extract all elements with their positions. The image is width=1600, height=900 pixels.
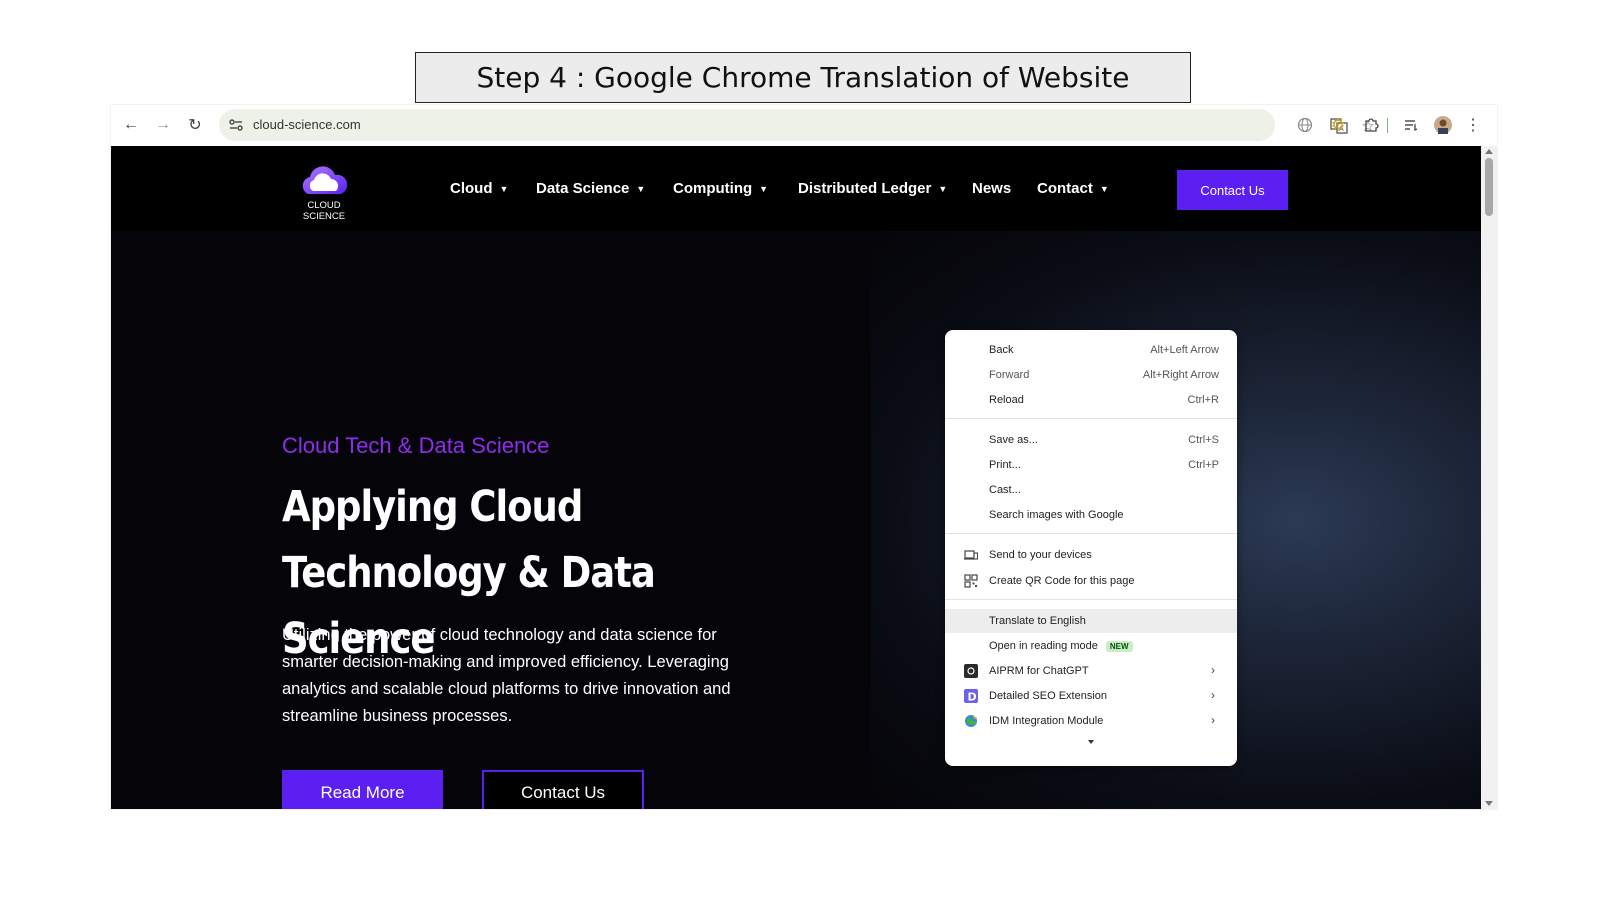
nav-label: Contact <box>1037 180 1093 197</box>
context-menu: Back Alt+Left Arrow Forward Alt+Right Arro… <box>945 330 1237 766</box>
chevron-right-icon: › <box>1211 688 1215 702</box>
ctx-forward[interactable]: Forward Alt+Right Arrow <box>945 363 1237 387</box>
ctx-label: Create QR Code for this page <box>989 575 1135 587</box>
aiprm-icon <box>964 664 978 678</box>
ctx-shortcut: Ctrl+R <box>1187 394 1219 406</box>
reload-icon[interactable]: ↻ <box>183 113 207 137</box>
chevron-right-icon: › <box>1211 663 1215 677</box>
nav-label: News <box>972 180 1012 197</box>
scroll-down-arrow-icon[interactable] <box>1485 801 1493 806</box>
nav-cloud[interactable]: Cloud ▼ <box>450 180 508 197</box>
idm-globe-icon <box>965 715 977 727</box>
extension-globe-icon[interactable] <box>1293 113 1317 137</box>
svg-text:D: D <box>968 691 977 704</box>
nav-computing[interactable]: Computing ▼ <box>673 180 768 197</box>
ctx-label: Print... <box>989 459 1021 471</box>
site-logo[interactable]: CLOUD SCIENCE <box>286 164 362 222</box>
browser-toolbar: ← → ↻ cloud-science.com A ☆ ⚙ ⋮ <box>111 105 1497 146</box>
devices-icon <box>964 550 978 560</box>
cloud-logo-icon <box>302 166 348 194</box>
ctx-label: Cast... <box>989 484 1021 496</box>
ctx-create-qr-code[interactable]: Create QR Code for this page <box>945 569 1237 593</box>
more-items-caret-icon[interactable] <box>1088 740 1094 744</box>
chevron-down-icon: ▼ <box>938 184 948 195</box>
hero-contact-us-button[interactable]: Contact Us <box>482 770 644 809</box>
logo-text: CLOUD SCIENCE <box>302 200 346 222</box>
chevron-down-icon: ▼ <box>1099 184 1109 195</box>
hero-kicker: Cloud Tech & Data Science <box>282 433 550 458</box>
ctx-label: AIPRM for ChatGPT <box>989 665 1089 677</box>
step-caption: Step 4 : Google Chrome Translation of We… <box>415 52 1191 103</box>
forward-arrow-icon[interactable]: → <box>151 113 175 137</box>
site-navbar: CLOUD SCIENCE Cloud ▼ Data Science ▼ Compu… <box>111 146 1481 231</box>
seo-d-icon: D <box>964 689 978 703</box>
nav-label: Distributed Ledger <box>798 180 932 197</box>
ctx-detailed-seo[interactable]: D Detailed SEO Extension › <box>945 684 1237 708</box>
chevron-down-icon: ▼ <box>759 184 769 195</box>
profile-avatar-icon[interactable] <box>1431 113 1455 137</box>
page-scrollbar[interactable] <box>1481 146 1497 809</box>
nav-label: Data Science <box>536 180 630 197</box>
reading-list-icon[interactable] <box>1399 113 1423 137</box>
ctx-send-to-devices[interactable]: Send to your devices <box>945 543 1237 567</box>
extension-gear-icon[interactable]: ⚙ <box>1326 113 1350 137</box>
nav-contact[interactable]: Contact ▼ <box>1037 180 1109 197</box>
ctx-shortcut: Alt+Left Arrow <box>1150 344 1219 356</box>
ctx-shortcut: Ctrl+S <box>1188 434 1219 446</box>
ctx-open-reading-mode[interactable]: Open in reading mode NEW <box>945 634 1237 658</box>
ctx-save-as[interactable]: Save as... Ctrl+S <box>945 428 1237 452</box>
qr-code-icon <box>964 574 978 588</box>
extensions-puzzle-icon[interactable] <box>1359 113 1383 137</box>
ctx-label: Reload <box>989 394 1024 406</box>
nav-distributed-ledger[interactable]: Distributed Ledger ▼ <box>798 180 947 197</box>
ctx-search-images[interactable]: Search images with Google <box>945 503 1237 527</box>
ctx-idm-integration[interactable]: IDM Integration Module › <box>945 709 1237 733</box>
ctx-reload[interactable]: Reload Ctrl+R <box>945 388 1237 412</box>
url-text[interactable]: cloud-science.com <box>253 117 361 132</box>
nav-contact-us-button[interactable]: Contact Us <box>1177 170 1288 210</box>
hero-description: Utilizing the power of cloud technology … <box>282 626 731 725</box>
ctx-label: IDM Integration Module <box>989 715 1104 727</box>
ctx-label: Open in reading mode <box>989 640 1098 652</box>
chevron-down-icon: ▼ <box>499 184 509 195</box>
new-badge: NEW <box>1105 641 1133 652</box>
nav-news[interactable]: News <box>972 180 1011 197</box>
ctx-separator <box>945 599 1237 600</box>
ctx-aiprm[interactable]: AIPRM for ChatGPT › <box>945 659 1237 683</box>
ctx-shortcut: Alt+Right Arrow <box>1142 369 1219 381</box>
ctx-label: Forward <box>989 369 1030 381</box>
webpage-viewport: CLOUD SCIENCE Cloud ▼ Data Science ▼ Compu… <box>111 146 1481 809</box>
ctx-print[interactable]: Print... Ctrl+P <box>945 453 1237 477</box>
ctx-back[interactable]: Back Alt+Left Arrow <box>945 338 1237 362</box>
ctx-shortcut: Ctrl+P <box>1188 459 1219 471</box>
chevron-right-icon: › <box>1211 713 1215 727</box>
browser-window: ← → ↻ cloud-science.com A ☆ ⚙ ⋮ CLOUD SC… <box>111 105 1497 809</box>
ctx-cast[interactable]: Cast... <box>945 478 1237 502</box>
address-bar[interactable]: cloud-science.com A ☆ <box>219 109 1375 141</box>
ctx-label: Save as... <box>989 434 1038 446</box>
ctx-translate-to-english[interactable]: Translate to English <box>945 609 1237 633</box>
ctx-label: Detailed SEO Extension <box>989 690 1108 702</box>
ctx-label: Translate to English <box>989 615 1086 627</box>
scroll-thumb[interactable] <box>1485 158 1493 216</box>
scroll-up-arrow-icon[interactable] <box>1485 149 1493 154</box>
read-more-button[interactable]: Read More <box>282 770 443 809</box>
toolbar-divider <box>1387 118 1388 133</box>
more-menu-icon[interactable]: ⋮ <box>1461 113 1485 137</box>
nav-data-science[interactable]: Data Science ▼ <box>536 180 645 197</box>
site-settings-icon[interactable] <box>228 117 244 133</box>
chevron-down-icon: ▼ <box>636 184 646 195</box>
ctx-label: Search images with Google <box>989 509 1124 521</box>
back-arrow-icon[interactable]: ← <box>119 113 143 137</box>
ctx-separator <box>945 533 1237 534</box>
ctx-label: Send to your devices <box>989 549 1092 561</box>
ctx-label: Back <box>989 344 1014 356</box>
nav-label: Cloud <box>450 180 493 197</box>
ctx-separator <box>945 418 1237 419</box>
nav-label: Computing <box>673 180 753 197</box>
